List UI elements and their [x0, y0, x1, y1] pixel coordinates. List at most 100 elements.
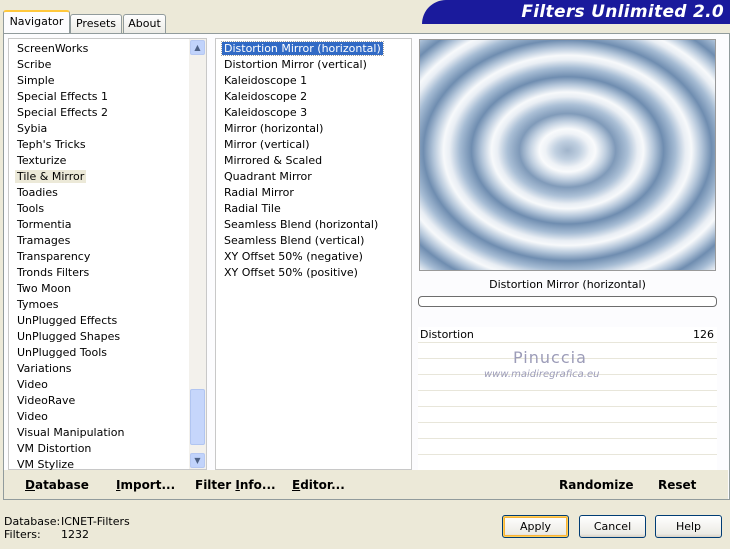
title-banner: Filters Unlimited 2.0 [422, 0, 730, 24]
watermark-name: Pinuccia [513, 348, 587, 367]
scroll-up-button[interactable]: ▲ [190, 40, 205, 55]
category-item[interactable]: Video [9, 377, 191, 393]
filter-item[interactable]: Kaleidoscope 1 [216, 73, 411, 89]
category-item[interactable]: Tronds Filters [9, 265, 191, 281]
filter-item[interactable]: Kaleidoscope 2 [216, 89, 411, 105]
param-label: Distortion [420, 328, 474, 341]
category-item-label: UnPlugged Shapes [17, 330, 121, 343]
filters-label: Filters: [4, 528, 41, 541]
category-item-label: Texturize [17, 154, 67, 167]
param-row-empty [418, 423, 717, 439]
editor-button[interactable]: Editor... [292, 478, 345, 492]
filter-item[interactable]: Mirror (vertical) [216, 137, 411, 153]
category-item-label: Tronds Filters [17, 266, 90, 279]
filter-item[interactable]: Seamless Blend (vertical) [216, 233, 411, 249]
filter-item-label: Seamless Blend (horizontal) [224, 218, 379, 231]
category-item-label: Teph's Tricks [17, 138, 86, 151]
category-item[interactable]: UnPlugged Shapes [9, 329, 191, 345]
filters-value: 1232 [61, 528, 89, 541]
banner-title: Filters Unlimited 2.0 [521, 2, 724, 22]
category-item[interactable]: Tymoes [9, 297, 191, 313]
category-item[interactable]: Video [9, 409, 191, 425]
filter-items: Distortion Mirror (horizontal) Distortion… [216, 39, 411, 281]
category-item[interactable]: Tramages [9, 233, 191, 249]
filter-item[interactable]: Seamless Blend (horizontal) [216, 217, 411, 233]
scroll-thumb[interactable] [190, 389, 205, 445]
randomize-button[interactable]: Randomize [559, 478, 633, 492]
category-item[interactable]: Visual Manipulation [9, 425, 191, 441]
database-value: ICNET-Filters [61, 515, 130, 528]
category-item-label: UnPlugged Effects [17, 314, 118, 327]
category-item[interactable]: Transparency [9, 249, 191, 265]
filter-item[interactable]: Distortion Mirror (horizontal) [216, 41, 411, 57]
database-label: Database: [4, 515, 61, 528]
progress-bar [418, 296, 717, 307]
category-item[interactable]: Scribe [9, 57, 191, 73]
category-list[interactable]: ScreenWorks Scribe Simple Special Effects 1… [8, 38, 207, 471]
category-item[interactable]: Tormentia [9, 217, 191, 233]
category-item[interactable]: ScreenWorks [9, 41, 191, 57]
category-item[interactable]: Two Moon [9, 281, 191, 297]
import-button[interactable]: Import... [116, 478, 175, 492]
category-item[interactable]: VM Distortion [9, 441, 191, 457]
param-row-distortion[interactable]: Distortion 126 [418, 327, 717, 343]
category-item[interactable]: Texturize [9, 153, 191, 169]
category-item-label: VideoRave [17, 394, 76, 407]
filter-item-label: Radial Mirror [224, 186, 294, 199]
category-item-label: Tile & Mirror [15, 170, 87, 183]
filter-item-label: Seamless Blend (vertical) [224, 234, 365, 247]
cancel-button[interactable]: Cancel [579, 515, 646, 538]
category-item[interactable]: Toadies [9, 185, 191, 201]
category-item[interactable]: Variations [9, 361, 191, 377]
filter-item[interactable]: Kaleidoscope 3 [216, 105, 411, 121]
apply-button[interactable]: Apply [502, 515, 569, 538]
filter-item-label: Kaleidoscope 3 [224, 106, 308, 119]
category-item[interactable]: Tile & Mirror [9, 169, 191, 185]
filter-item[interactable]: Quadrant Mirror [216, 169, 411, 185]
category-item[interactable]: Special Effects 2 [9, 105, 191, 121]
category-item[interactable]: Sybia [9, 121, 191, 137]
tab-navigator[interactable]: Navigator [3, 10, 70, 33]
tab-about[interactable]: About [123, 14, 166, 33]
filter-list[interactable]: Distortion Mirror (horizontal) Distortion… [215, 38, 412, 470]
filter-item[interactable]: Distortion Mirror (vertical) [216, 57, 411, 73]
category-item-label: Scribe [17, 58, 52, 71]
category-item[interactable]: Simple [9, 73, 191, 89]
filter-item[interactable]: Radial Tile [216, 201, 411, 217]
tab-presets[interactable]: Presets [70, 14, 122, 33]
category-item-label: UnPlugged Tools [17, 346, 107, 359]
category-item-label: Tramages [17, 234, 71, 247]
filter-item-label: Kaleidoscope 1 [224, 74, 308, 87]
preview-image [419, 39, 716, 271]
reset-button[interactable]: Reset [658, 478, 696, 492]
category-item[interactable]: Teph's Tricks [9, 137, 191, 153]
filter-item[interactable]: XY Offset 50% (positive) [216, 265, 411, 281]
category-scrollbar[interactable]: ▲ ▼ [189, 39, 206, 469]
category-item[interactable]: UnPlugged Tools [9, 345, 191, 361]
category-item-label: Two Moon [17, 282, 72, 295]
bottom-toolbar: Database Import... Filter Info... Editor… [4, 470, 728, 499]
filter-item[interactable]: XY Offset 50% (negative) [216, 249, 411, 265]
category-item-label: Toadies [17, 186, 58, 199]
preview-filter-name: Distortion Mirror (horizontal) [489, 278, 646, 291]
filter-item[interactable]: Radial Mirror [216, 185, 411, 201]
category-item[interactable]: VM Stylize [9, 457, 191, 471]
category-item-label: Visual Manipulation [17, 426, 125, 439]
filter-item-label: XY Offset 50% (negative) [224, 250, 363, 263]
category-item-label: Video [17, 378, 48, 391]
category-item-label: Special Effects 1 [17, 90, 109, 103]
help-button[interactable]: Help [655, 515, 722, 538]
filter-info-button[interactable]: Filter Info... [195, 478, 276, 492]
category-item[interactable]: Special Effects 1 [9, 89, 191, 105]
category-item[interactable]: UnPlugged Effects [9, 313, 191, 329]
category-item-label: Variations [17, 362, 72, 375]
database-button[interactable]: Database [25, 478, 89, 492]
category-item-label: Tymoes [17, 298, 59, 311]
filter-item[interactable]: Mirrored & Scaled [216, 153, 411, 169]
category-item[interactable]: Tools [9, 201, 191, 217]
filter-item-label: Kaleidoscope 2 [224, 90, 308, 103]
category-item[interactable]: VideoRave [9, 393, 191, 409]
category-item-label: Tormentia [17, 218, 72, 231]
filter-item[interactable]: Mirror (horizontal) [216, 121, 411, 137]
scroll-down-button[interactable]: ▼ [190, 453, 205, 468]
